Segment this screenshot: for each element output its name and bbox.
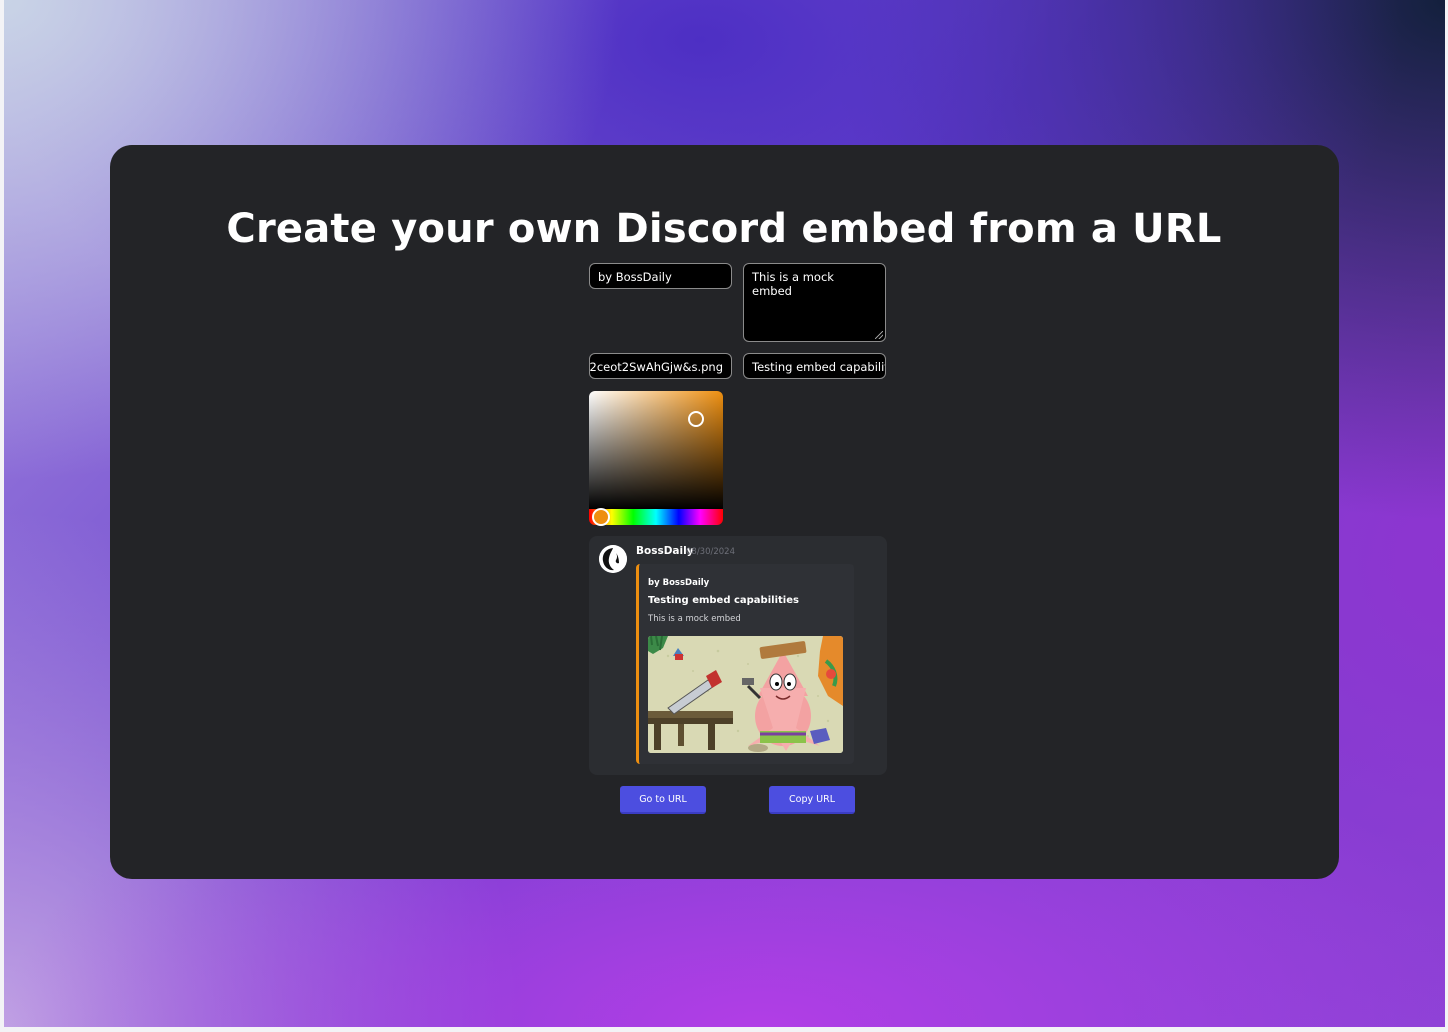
description-text: This is a mock embed	[752, 270, 834, 298]
frame-edge-bottom	[0, 1027, 1448, 1032]
resize-grip-icon[interactable]	[875, 331, 883, 339]
avatar	[599, 545, 627, 573]
avatar-logo-icon	[599, 545, 627, 573]
embed-title: Testing embed capabilities	[648, 595, 799, 606]
go-to-url-button[interactable]: Go to URL	[620, 786, 706, 814]
description-textarea[interactable]: This is a mock embed	[743, 263, 886, 342]
frame-edge-left	[0, 0, 4, 1032]
color-picker-handle[interactable]	[688, 411, 704, 427]
title-input[interactable]: Testing embed capabilities	[743, 353, 886, 379]
hue-slider-handle[interactable]	[592, 508, 610, 526]
preview-username: BossDaily	[636, 545, 694, 557]
patrick-star-image	[648, 636, 843, 753]
page-title: Create your own Discord embed from a URL	[226, 206, 1222, 252]
color-saturation-area[interactable]	[589, 391, 723, 509]
embed-image	[648, 636, 843, 753]
image-url-input[interactable]: p4q2ceot2SwAhGjw&s.png	[589, 353, 732, 379]
image-url-text: p4q2ceot2SwAhGjw&s.png	[589, 360, 723, 374]
author-input[interactable]: by BossDaily	[589, 263, 732, 289]
embed-author: by BossDaily	[648, 578, 710, 588]
copy-url-button[interactable]: Copy URL	[769, 786, 855, 814]
embed-description: This is a mock embed	[648, 614, 741, 624]
preview-timestamp: 08/30/2024	[686, 547, 735, 557]
